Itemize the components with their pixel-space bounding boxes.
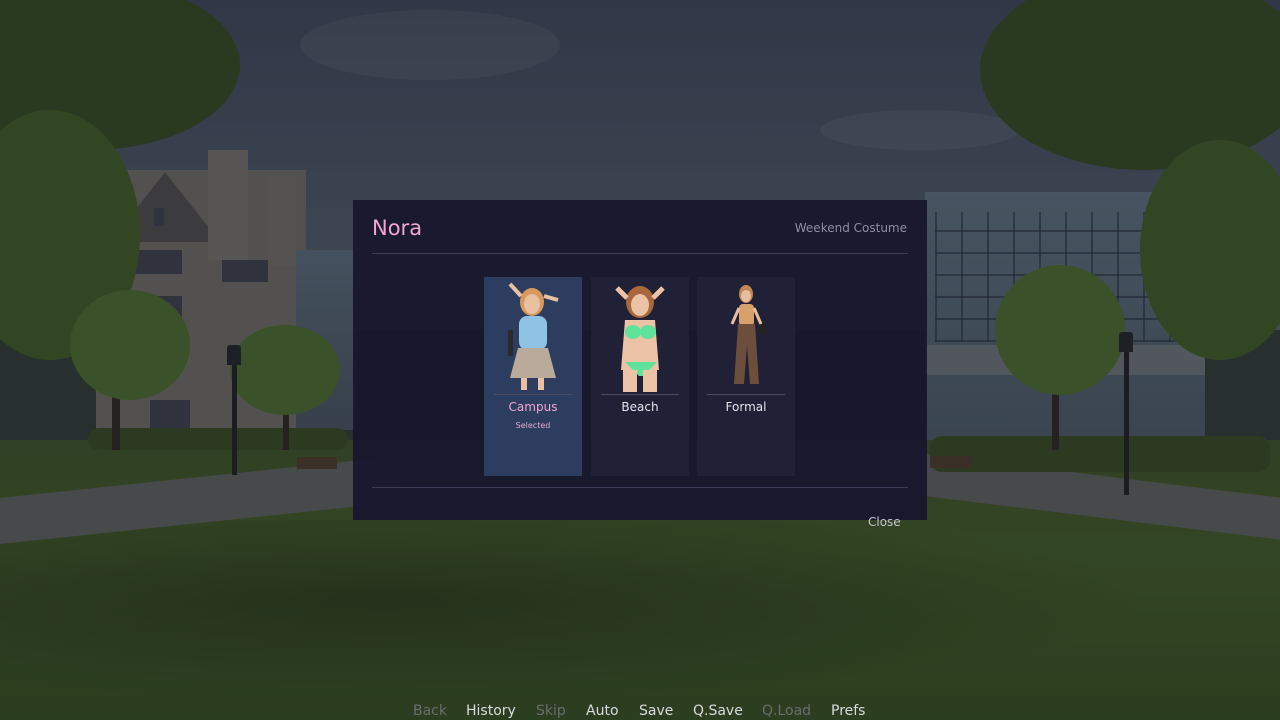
footer-divider xyxy=(372,487,908,488)
card-divider xyxy=(707,394,785,395)
header-divider xyxy=(372,253,908,254)
costume-card-campus[interactable]: Campus Selected xyxy=(484,277,582,476)
quick-menu-save[interactable]: Save xyxy=(639,703,673,719)
close-button[interactable]: Close xyxy=(868,515,901,529)
costume-portrait-beach xyxy=(595,280,685,392)
costume-selected-label: Selected xyxy=(515,421,551,430)
costume-name: Formal xyxy=(725,400,767,414)
character-name: Nora xyxy=(372,216,423,240)
costume-card-beach[interactable]: Beach xyxy=(591,277,689,476)
quick-menu: Back History Skip Auto Save Q.Save Q.Loa… xyxy=(0,703,1280,720)
costume-name: Beach xyxy=(621,400,659,414)
dialog-subtitle: Weekend Costume xyxy=(794,221,907,235)
card-divider xyxy=(601,394,679,395)
costume-dialog: Nora Weekend Costume Campus Selected Bea… xyxy=(353,200,927,520)
quick-menu-auto[interactable]: Auto xyxy=(586,703,619,719)
quick-menu-qload[interactable]: Q.Load xyxy=(762,703,811,719)
costume-portrait-campus xyxy=(488,280,578,392)
costume-portrait-formal xyxy=(701,280,791,392)
costume-card-formal[interactable]: Formal xyxy=(697,277,795,476)
costume-name: Campus xyxy=(508,400,558,414)
quick-menu-back[interactable]: Back xyxy=(413,703,447,719)
quick-menu-history[interactable]: History xyxy=(466,703,516,719)
card-divider xyxy=(494,394,572,395)
quick-menu-prefs[interactable]: Prefs xyxy=(831,703,865,719)
quick-menu-skip[interactable]: Skip xyxy=(536,703,566,719)
quick-menu-qsave[interactable]: Q.Save xyxy=(693,703,743,719)
